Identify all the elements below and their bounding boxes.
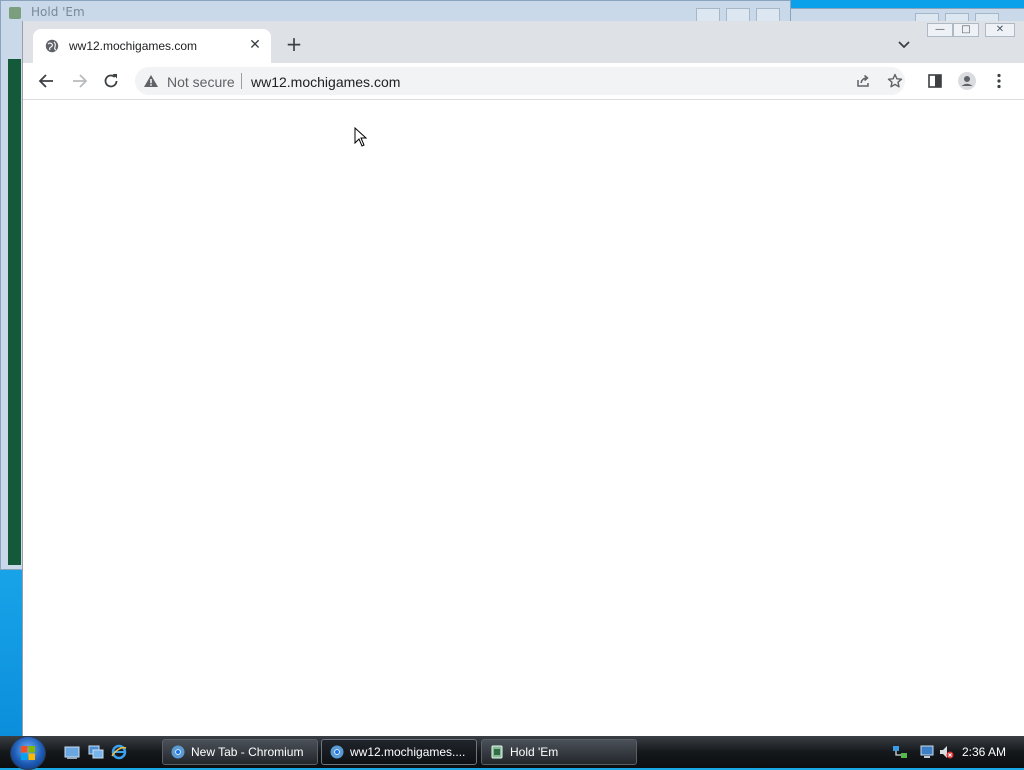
toolbar: Not secure ww12.mochigames.com	[23, 63, 1024, 100]
close-tab-icon[interactable]: ✕	[247, 37, 263, 53]
tab-title: ww12.mochigames.com	[69, 39, 198, 53]
maximize-button[interactable]	[726, 8, 750, 22]
page-content[interactable]	[23, 100, 1024, 736]
restore-button[interactable]: □	[953, 23, 979, 37]
network-tray-icon[interactable]	[892, 744, 908, 760]
chromium-icon	[330, 745, 344, 759]
share-icon[interactable]	[855, 73, 871, 89]
taskbar: New Tab - Chromium ww12.mochigames.... H…	[0, 736, 1024, 770]
clock[interactable]: 2:36 AM	[962, 745, 1006, 759]
mouse-cursor-icon	[354, 127, 368, 147]
close-window-button[interactable]: ✕	[985, 23, 1015, 37]
profile-avatar-icon[interactable]	[957, 71, 977, 91]
task-label: New Tab - Chromium	[191, 745, 304, 759]
game-area-strip	[8, 59, 21, 565]
taskbar-task-mochigames[interactable]: ww12.mochigames....	[321, 739, 477, 765]
holdem-app-icon	[491, 745, 503, 759]
holdem-app-icon	[9, 7, 21, 19]
browser-window: ww12.mochigames.com ✕ + — □ ✕ Not secure…	[22, 21, 1024, 736]
divider	[241, 73, 242, 89]
forward-arrow-icon[interactable]	[69, 71, 89, 91]
minimize-button[interactable]: —	[927, 23, 953, 37]
new-tab-button[interactable]: +	[285, 34, 303, 54]
side-panel-icon[interactable]	[925, 71, 945, 91]
reload-icon[interactable]	[101, 71, 121, 91]
volume-muted-icon[interactable]	[938, 744, 954, 760]
chromium-icon	[171, 745, 185, 759]
task-label: ww12.mochigames....	[350, 745, 466, 759]
taskbar-task-holdem[interactable]: Hold 'Em	[481, 739, 637, 765]
globe-icon	[45, 39, 59, 53]
tab-search-chevron-icon[interactable]	[897, 37, 911, 51]
background-window-title: Hold 'Em	[31, 5, 85, 19]
back-arrow-icon[interactable]	[37, 71, 57, 91]
windows-logo-icon	[21, 746, 35, 760]
bookmark-star-icon[interactable]	[887, 73, 903, 89]
url-text[interactable]: ww12.mochigames.com	[251, 74, 400, 90]
internet-explorer-icon[interactable]	[111, 744, 127, 760]
start-button[interactable]	[10, 736, 46, 770]
taskbar-task-new-tab[interactable]: New Tab - Chromium	[162, 739, 318, 765]
warning-triangle-icon[interactable]	[143, 74, 159, 88]
tab-active[interactable]: ww12.mochigames.com ✕	[33, 29, 271, 63]
monitor-tray-icon[interactable]	[920, 744, 936, 760]
show-desktop-icon[interactable]	[64, 744, 80, 760]
minimize-button[interactable]	[696, 8, 720, 22]
not-secure-label[interactable]: Not secure	[167, 74, 235, 90]
more-menu-icon[interactable]	[989, 71, 1009, 91]
switch-windows-icon[interactable]	[88, 744, 104, 760]
close-button[interactable]	[756, 8, 780, 22]
task-label: Hold 'Em	[510, 745, 559, 759]
tab-strip: ww12.mochigames.com ✕ + — □ ✕	[23, 21, 1024, 63]
address-bar[interactable]: Not secure ww12.mochigames.com	[135, 67, 905, 95]
